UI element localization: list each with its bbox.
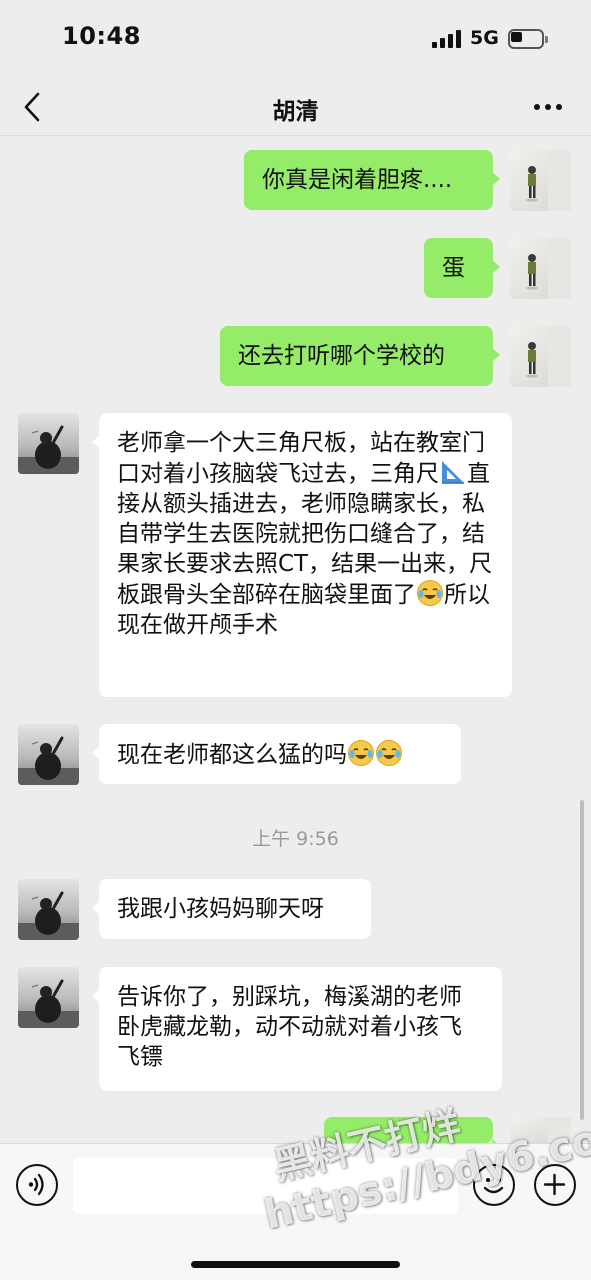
received-message-bubble[interactable]: 告诉你了，别踩坑，梅溪湖的老师卧虎藏龙勒，动不动就对着小孩飞飞镖 bbox=[92, 967, 502, 1091]
message-text: 你真是闲着胆疼.... bbox=[262, 167, 453, 193]
received-message-bubble[interactable]: 老师拿一个大三角尺板，站在教室门口对着小孩脑袋飞过去，三角尺 直接从额头插进去，老… bbox=[92, 413, 512, 697]
self-avatar[interactable] bbox=[510, 326, 571, 387]
contact-avatar[interactable] bbox=[18, 879, 79, 940]
battery-icon bbox=[508, 29, 548, 49]
message-timestamp: 上午 9:56 bbox=[252, 828, 339, 850]
self-avatar[interactable] bbox=[510, 150, 571, 211]
status-time: 10:48 bbox=[62, 22, 141, 50]
message-text: 告诉你了，别踩坑，梅溪湖的老师卧虎藏龙勒，动不动就对着小孩飞飞镖 bbox=[117, 984, 462, 1070]
sent-message-bubble[interactable]: 蛋 bbox=[424, 238, 500, 298]
message-text: 我跟小孩妈妈聊天呀 bbox=[117, 896, 324, 922]
voice-wave-icon bbox=[28, 1173, 44, 1196]
home-indicator[interactable] bbox=[191, 1261, 400, 1268]
crying-laughing-icon bbox=[347, 739, 375, 767]
message-input[interactable] bbox=[73, 1158, 458, 1214]
more-options-icon[interactable] bbox=[532, 103, 564, 111]
network-label: 5G bbox=[470, 27, 499, 49]
chat-header: 胡清 bbox=[0, 80, 591, 136]
contact-avatar[interactable] bbox=[18, 413, 79, 474]
message-text: 还去打听哪个学校的 bbox=[238, 343, 445, 369]
voice-input-button[interactable] bbox=[16, 1164, 58, 1206]
sent-message-bubble[interactable]: 还去打听哪个学校的 bbox=[220, 326, 500, 386]
crying-laughing-icon bbox=[416, 579, 444, 607]
chat-scrollbar[interactable] bbox=[580, 800, 584, 1120]
input-bar bbox=[0, 1143, 591, 1280]
status-bar: 10:48 5G bbox=[0, 0, 591, 80]
emoji-button[interactable] bbox=[473, 1164, 515, 1206]
crying-laughing-icon bbox=[375, 739, 403, 767]
contact-avatar[interactable] bbox=[18, 724, 79, 785]
message-text: 老师拿一个大三角尺板，站在教室门口对着小孩脑袋飞过去，三角尺 bbox=[117, 430, 485, 487]
plus-icon bbox=[543, 1173, 566, 1196]
self-avatar[interactable] bbox=[510, 238, 571, 299]
message-text: 现在老师都这么猛的吗 bbox=[117, 742, 347, 768]
self-avatar[interactable] bbox=[510, 1117, 571, 1143]
received-message-bubble[interactable]: 现在老师都这么猛的吗 bbox=[92, 724, 461, 784]
triangular-ruler-icon bbox=[439, 458, 467, 486]
received-message-bubble[interactable]: 我跟小孩妈妈聊天呀 bbox=[92, 879, 371, 939]
smiley-icon bbox=[483, 1178, 504, 1194]
sent-message-bubble-partial[interactable] bbox=[324, 1117, 500, 1153]
more-functions-button[interactable] bbox=[534, 1164, 576, 1206]
contact-avatar[interactable] bbox=[18, 967, 79, 1028]
sent-message-bubble[interactable]: 你真是闲着胆疼.... bbox=[244, 150, 500, 210]
message-text: 蛋 bbox=[442, 255, 465, 281]
contact-name-title: 胡清 bbox=[272, 99, 319, 125]
signal-icon bbox=[432, 30, 464, 48]
